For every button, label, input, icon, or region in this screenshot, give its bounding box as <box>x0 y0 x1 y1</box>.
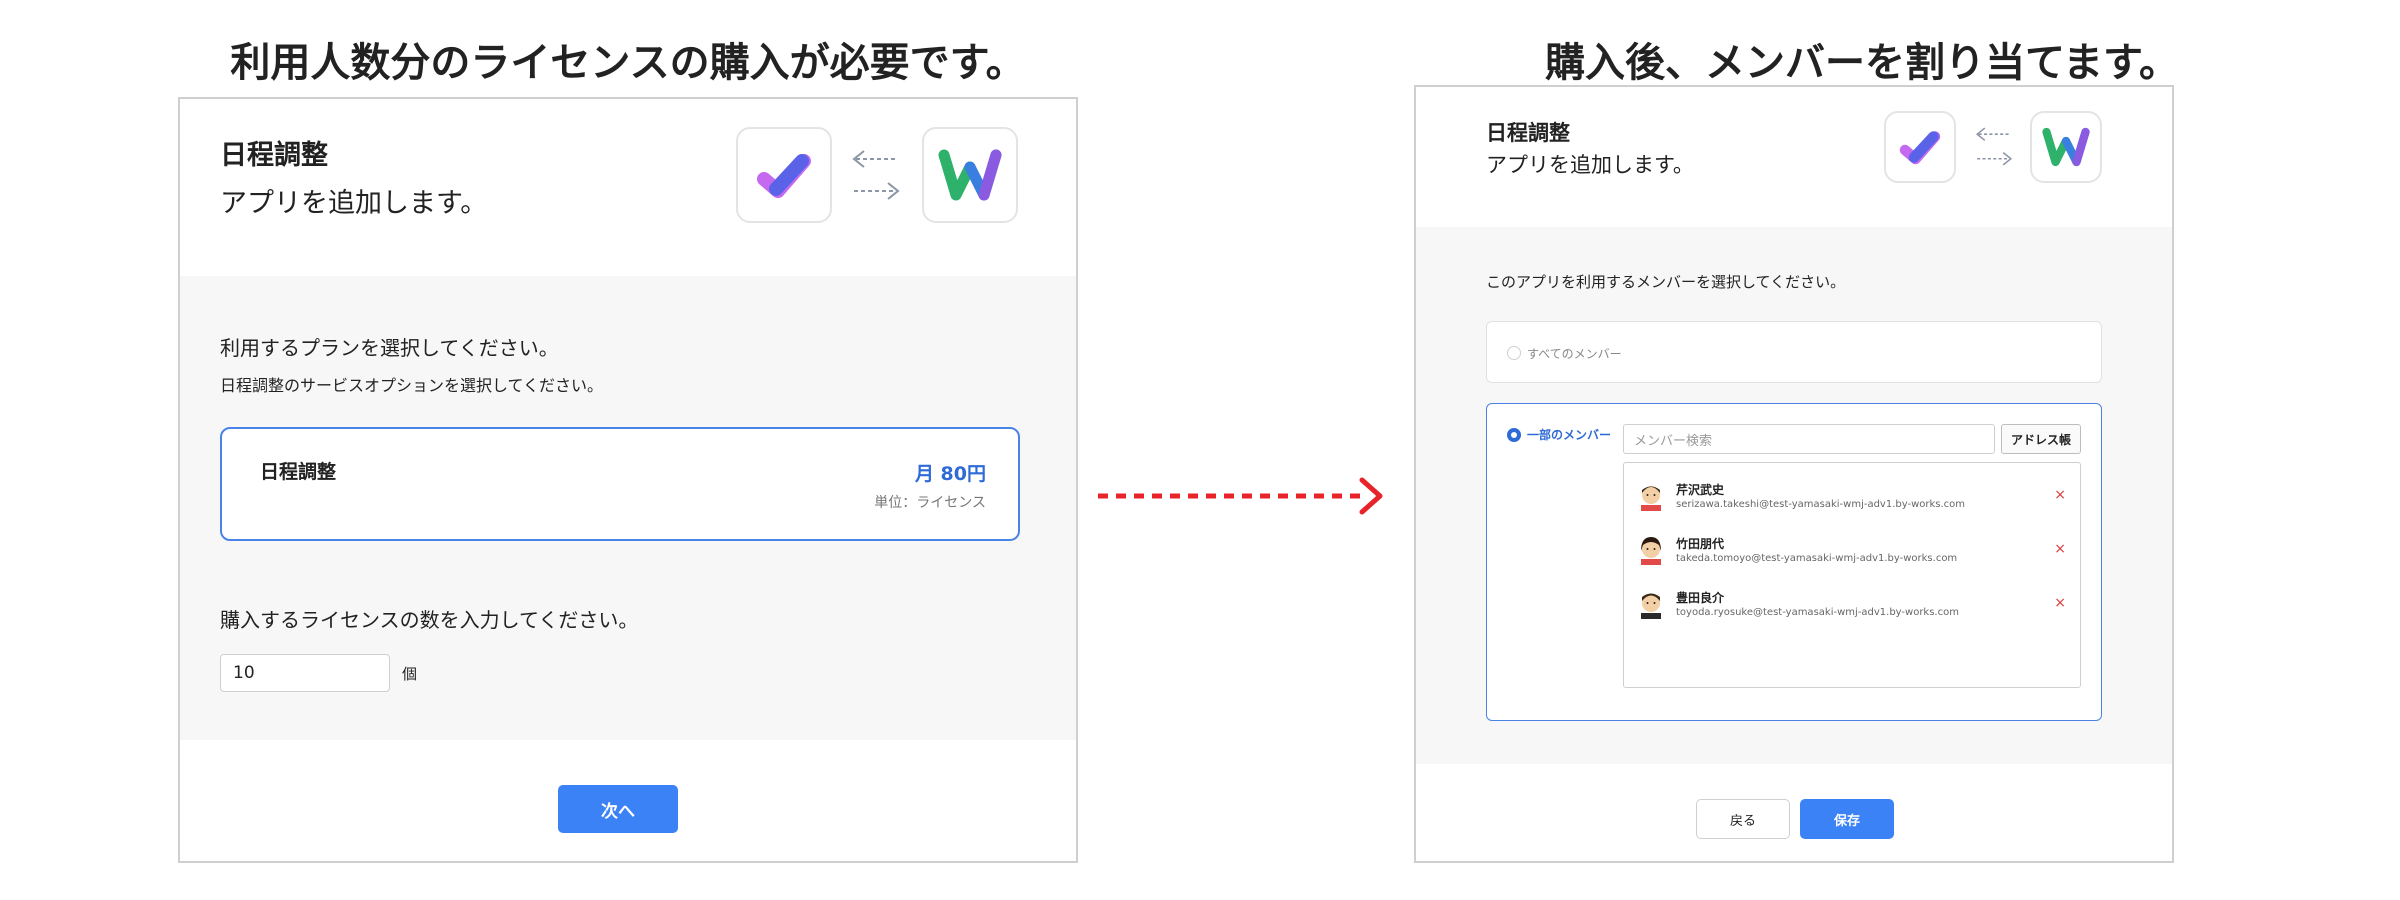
list-item: 竹田朋代 takeda.tomoyo@test-yamasaki-wmj-adv… <box>1624 525 2080 575</box>
next-button[interactable]: 次へ <box>558 785 678 833</box>
avatar <box>1636 589 1666 619</box>
app-description: アプリを追加します。 <box>220 188 488 219</box>
plan-subtext: 日程調整のサービスオプションを選択してください。 <box>220 376 604 395</box>
member-email: takeda.tomoyo@test-yamasaki-wmj-adv1.by-… <box>1676 553 1958 564</box>
plan-name: 日程調整 <box>260 461 337 483</box>
left-heading: 利用人数分のライセンスの購入が必要です。 <box>230 40 1026 86</box>
remove-member-button[interactable]: × <box>2054 487 2066 503</box>
plan-prompt: 利用するプランを選択してください。 <box>220 336 559 360</box>
member-name: 竹田朋代 <box>1676 537 1725 551</box>
quantity-prompt: 購入するライセンスの数を入力してください。 <box>220 608 639 632</box>
all-members-radio[interactable] <box>1507 346 1521 360</box>
plan-selection-area: 利用するプランを選択してください。 日程調整のサービスオプションを選択してくださ… <box>180 276 1076 740</box>
member-selection-area: このアプリを利用するメンバーを選択してください。 すべてのメンバー 一部のメンバ… <box>1416 227 2172 764</box>
works-logo-icon <box>922 127 1018 223</box>
remove-member-button[interactable]: × <box>2054 595 2066 611</box>
purchase-license-panel: 日程調整 アプリを追加します。 利用するプランを選択してください。 日程調整のサ… <box>178 97 1078 863</box>
sync-arrows-icon <box>850 147 902 207</box>
member-name: 芹沢武史 <box>1676 483 1725 497</box>
remove-member-button[interactable]: × <box>2054 541 2066 557</box>
member-email: toyoda.ryosuke@test-yamasaki-wmj-adv1.by… <box>1676 607 1959 618</box>
avatar <box>1636 481 1666 511</box>
app-name: 日程調整 <box>220 140 328 171</box>
member-prompt: このアプリを利用するメンバーを選択してください。 <box>1486 273 1846 291</box>
app-name: 日程調整 <box>1486 121 1570 145</box>
plan-price: 月 80円 <box>914 463 986 485</box>
address-book-button[interactable]: アドレス帳 <box>2001 424 2081 454</box>
scheduler-app-icon <box>1884 111 1956 183</box>
member-search-input[interactable]: メンバー検索 <box>1623 424 1995 454</box>
some-members-radio[interactable] <box>1507 428 1521 442</box>
list-item: 豊田良介 toyoda.ryosuke@test-yamasaki-wmj-ad… <box>1624 579 2080 629</box>
works-logo-icon <box>2030 111 2102 183</box>
assign-members-panel: 日程調整 アプリを追加します。 このアプリを利用するメンバーを選択してください。… <box>1414 85 2174 863</box>
member-email: serizawa.takeshi@test-yamasaki-wmj-adv1.… <box>1676 499 1966 510</box>
app-description: アプリを追加します。 <box>1486 153 1694 177</box>
save-button[interactable]: 保存 <box>1800 799 1894 839</box>
all-members-option[interactable]: すべてのメンバー <box>1486 321 2102 383</box>
license-quantity-input[interactable]: 10 <box>220 654 390 692</box>
plan-card[interactable]: 日程調整 月 80円 単位：ライセンス <box>220 427 1020 541</box>
plan-unit: 単位：ライセンス <box>874 495 986 511</box>
member-name: 豊田良介 <box>1676 591 1725 605</box>
right-heading: 購入後、メンバーを割り当てます。 <box>1545 40 2179 86</box>
list-item: 芹沢武史 serizawa.takeshi@test-yamasaki-wmj-… <box>1624 471 2080 521</box>
avatar <box>1636 535 1666 565</box>
flow-arrow-icon <box>1096 474 1386 518</box>
sync-arrows-icon <box>1974 125 2014 171</box>
some-members-option[interactable]: 一部のメンバー メンバー検索 アドレス帳 芹沢武史 serizawa.takes… <box>1486 403 2102 721</box>
selected-member-list: 芹沢武史 serizawa.takeshi@test-yamasaki-wmj-… <box>1623 462 2081 688</box>
all-members-label: すべてのメンバー <box>1527 347 1622 361</box>
scheduler-app-icon <box>736 127 832 223</box>
back-button[interactable]: 戻る <box>1696 799 1790 839</box>
quantity-unit: 個 <box>402 665 418 683</box>
some-members-label: 一部のメンバー <box>1527 428 1612 442</box>
